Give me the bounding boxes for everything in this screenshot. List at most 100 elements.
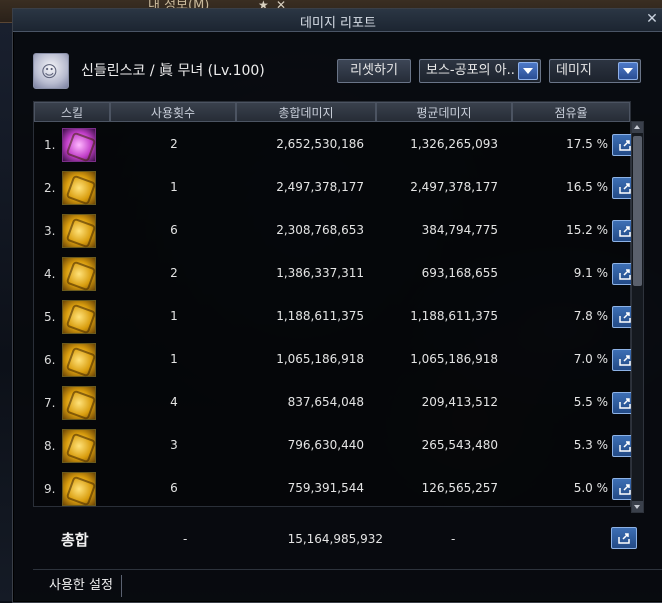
share-icon: [619, 484, 631, 495]
row-rank: 8.: [44, 439, 56, 453]
row-share: 16.5 %: [566, 180, 608, 194]
close-icon[interactable]: ✕: [645, 12, 659, 26]
header-count[interactable]: 사용횟수: [110, 102, 236, 122]
row-avg-damage: 1,326,265,093: [410, 137, 498, 151]
row-total-damage: 796,630,440: [287, 438, 364, 452]
summary-row: 총합 - 15,164,985,932 -: [33, 521, 637, 557]
skill-icon-gold: [62, 386, 96, 420]
header-avg[interactable]: 평균데미지: [376, 102, 512, 122]
scroll-thumb[interactable]: [633, 136, 642, 286]
table-row[interactable]: 6. 1 1,065,186,918 1,065,186,918 7.0 %: [34, 339, 638, 382]
row-total-damage: 2,652,530,186: [276, 137, 364, 151]
metric-select-value: 데미지: [556, 63, 592, 78]
table-scrollbar[interactable]: [631, 121, 644, 513]
chevron-down-icon[interactable]: [518, 62, 538, 80]
summary-count: -: [183, 532, 188, 546]
table-row[interactable]: 3. 6 2,308,768,653 384,794,775 15.2 %: [34, 210, 638, 253]
row-count: 1: [170, 352, 178, 366]
scroll-down-icon[interactable]: [632, 501, 643, 512]
table-row[interactable]: 9. 6 759,391,544 126,565,257 5.0 %: [34, 468, 638, 511]
row-total-damage: 1,188,611,375: [276, 309, 364, 323]
dungeon-select-value: 보스-공포의 아..: [426, 63, 515, 78]
share-icon: [619, 226, 631, 237]
row-count: 4: [170, 395, 178, 409]
row-rank: 5.: [44, 310, 56, 324]
summary-avg: -: [451, 532, 456, 546]
row-count: 3: [170, 438, 178, 452]
bottom-tabbar: 사용한 설정: [33, 569, 662, 600]
row-total-damage: 1,065,186,918: [276, 352, 364, 366]
window-title: 데미지 리포트: [300, 16, 376, 31]
row-total-damage: 837,654,048: [287, 395, 364, 409]
row-share: 9.1 %: [573, 266, 608, 280]
row-count: 6: [170, 223, 178, 237]
table-row[interactable]: 4. 2 1,386,337,311 693,168,655 9.1 %: [34, 253, 638, 296]
table-row[interactable]: 8. 3 796,630,440 265,543,480 5.3 %: [34, 425, 638, 468]
row-share: 5.5 %: [573, 395, 608, 409]
row-share: 7.8 %: [573, 309, 608, 323]
table-header: 스킬 사용횟수 총합데미지 평균데미지 점유율: [34, 102, 630, 122]
share-icon: [619, 140, 631, 151]
row-count: 6: [170, 481, 178, 495]
skill-icon-purple: [62, 128, 96, 162]
row-rank: 9.: [44, 482, 56, 496]
row-avg-damage: 209,413,512: [421, 395, 498, 409]
row-rank: 1.: [44, 138, 56, 152]
row-share: 15.2 %: [566, 223, 608, 237]
row-share: 5.3 %: [573, 438, 608, 452]
table-row[interactable]: 1. 2 2,652,530,186 1,326,265,093 17.5 %: [34, 124, 638, 167]
reset-button[interactable]: 리셋하기: [337, 59, 411, 83]
skill-icon-gold: [62, 214, 96, 248]
share-icon: [618, 533, 630, 544]
share-icon: [619, 312, 631, 323]
row-rank: 4.: [44, 267, 56, 281]
share-icon: [619, 355, 631, 366]
share-button[interactable]: [611, 527, 637, 549]
skill-icon-gold: [62, 472, 96, 506]
metric-select[interactable]: 데미지: [549, 59, 641, 83]
window-titlebar[interactable]: 데미지 리포트 ✕: [13, 9, 662, 32]
row-avg-damage: 1,065,186,918: [410, 352, 498, 366]
row-rank: 2.: [44, 181, 56, 195]
skill-icon-gold: [62, 171, 96, 205]
skill-icon-gold: [62, 429, 96, 463]
table-row[interactable]: 7. 4 837,654,048 209,413,512 5.5 %: [34, 382, 638, 425]
summary-total: 15,164,985,932: [287, 532, 383, 546]
skill-icon-gold: [62, 257, 96, 291]
table-row[interactable]: 5. 1 1,188,611,375 1,188,611,375 7.8 %: [34, 296, 638, 339]
chevron-down-icon[interactable]: [618, 62, 638, 80]
row-rank: 3.: [44, 224, 56, 238]
header-share[interactable]: 점유율: [512, 102, 630, 122]
tab-used-settings[interactable]: 사용한 설정: [41, 575, 122, 597]
row-avg-damage: 2,497,378,177: [410, 180, 498, 194]
row-total-damage: 2,497,378,177: [276, 180, 364, 194]
skill-icon-gold: [62, 300, 96, 334]
character-name: 신들린스코 / 眞 무녀 (Lv.100): [81, 63, 265, 79]
row-avg-damage: 384,794,775: [421, 223, 498, 237]
dungeon-select[interactable]: 보스-공포의 아..: [419, 59, 541, 83]
table-row[interactable]: 2. 1 2,497,378,177 2,497,378,177 16.5 %: [34, 167, 638, 210]
row-share: 17.5 %: [566, 137, 608, 151]
damage-table: 스킬 사용횟수 총합데미지 평균데미지 점유율 1. 2 2,652,530,1…: [33, 101, 638, 507]
row-total-damage: 2,308,768,653: [276, 223, 364, 237]
character-avatar: ☺: [33, 53, 69, 89]
header-total[interactable]: 총합데미지: [236, 102, 376, 122]
row-share: 7.0 %: [573, 352, 608, 366]
row-count: 2: [170, 137, 178, 151]
header-skill[interactable]: 스킬: [34, 102, 110, 122]
row-total-damage: 759,391,544: [287, 481, 364, 495]
scroll-up-icon[interactable]: [632, 122, 643, 133]
share-icon: [619, 183, 631, 194]
row-total-damage: 1,386,337,311: [276, 266, 364, 280]
row-avg-damage: 265,543,480: [421, 438, 498, 452]
damage-report-window: 데미지 리포트 ✕ ☺ 신들린스코 / 眞 무녀 (Lv.100) 리셋하기 보…: [12, 8, 662, 603]
row-avg-damage: 693,168,655: [421, 266, 498, 280]
share-icon: [619, 269, 631, 280]
share-icon: [619, 398, 631, 409]
row-count: 2: [170, 266, 178, 280]
row-rank: 7.: [44, 396, 56, 410]
share-icon: [619, 441, 631, 452]
row-rank: 6.: [44, 353, 56, 367]
row-avg-damage: 126,565,257: [421, 481, 498, 495]
avatar-face-icon: ☺: [41, 62, 58, 81]
